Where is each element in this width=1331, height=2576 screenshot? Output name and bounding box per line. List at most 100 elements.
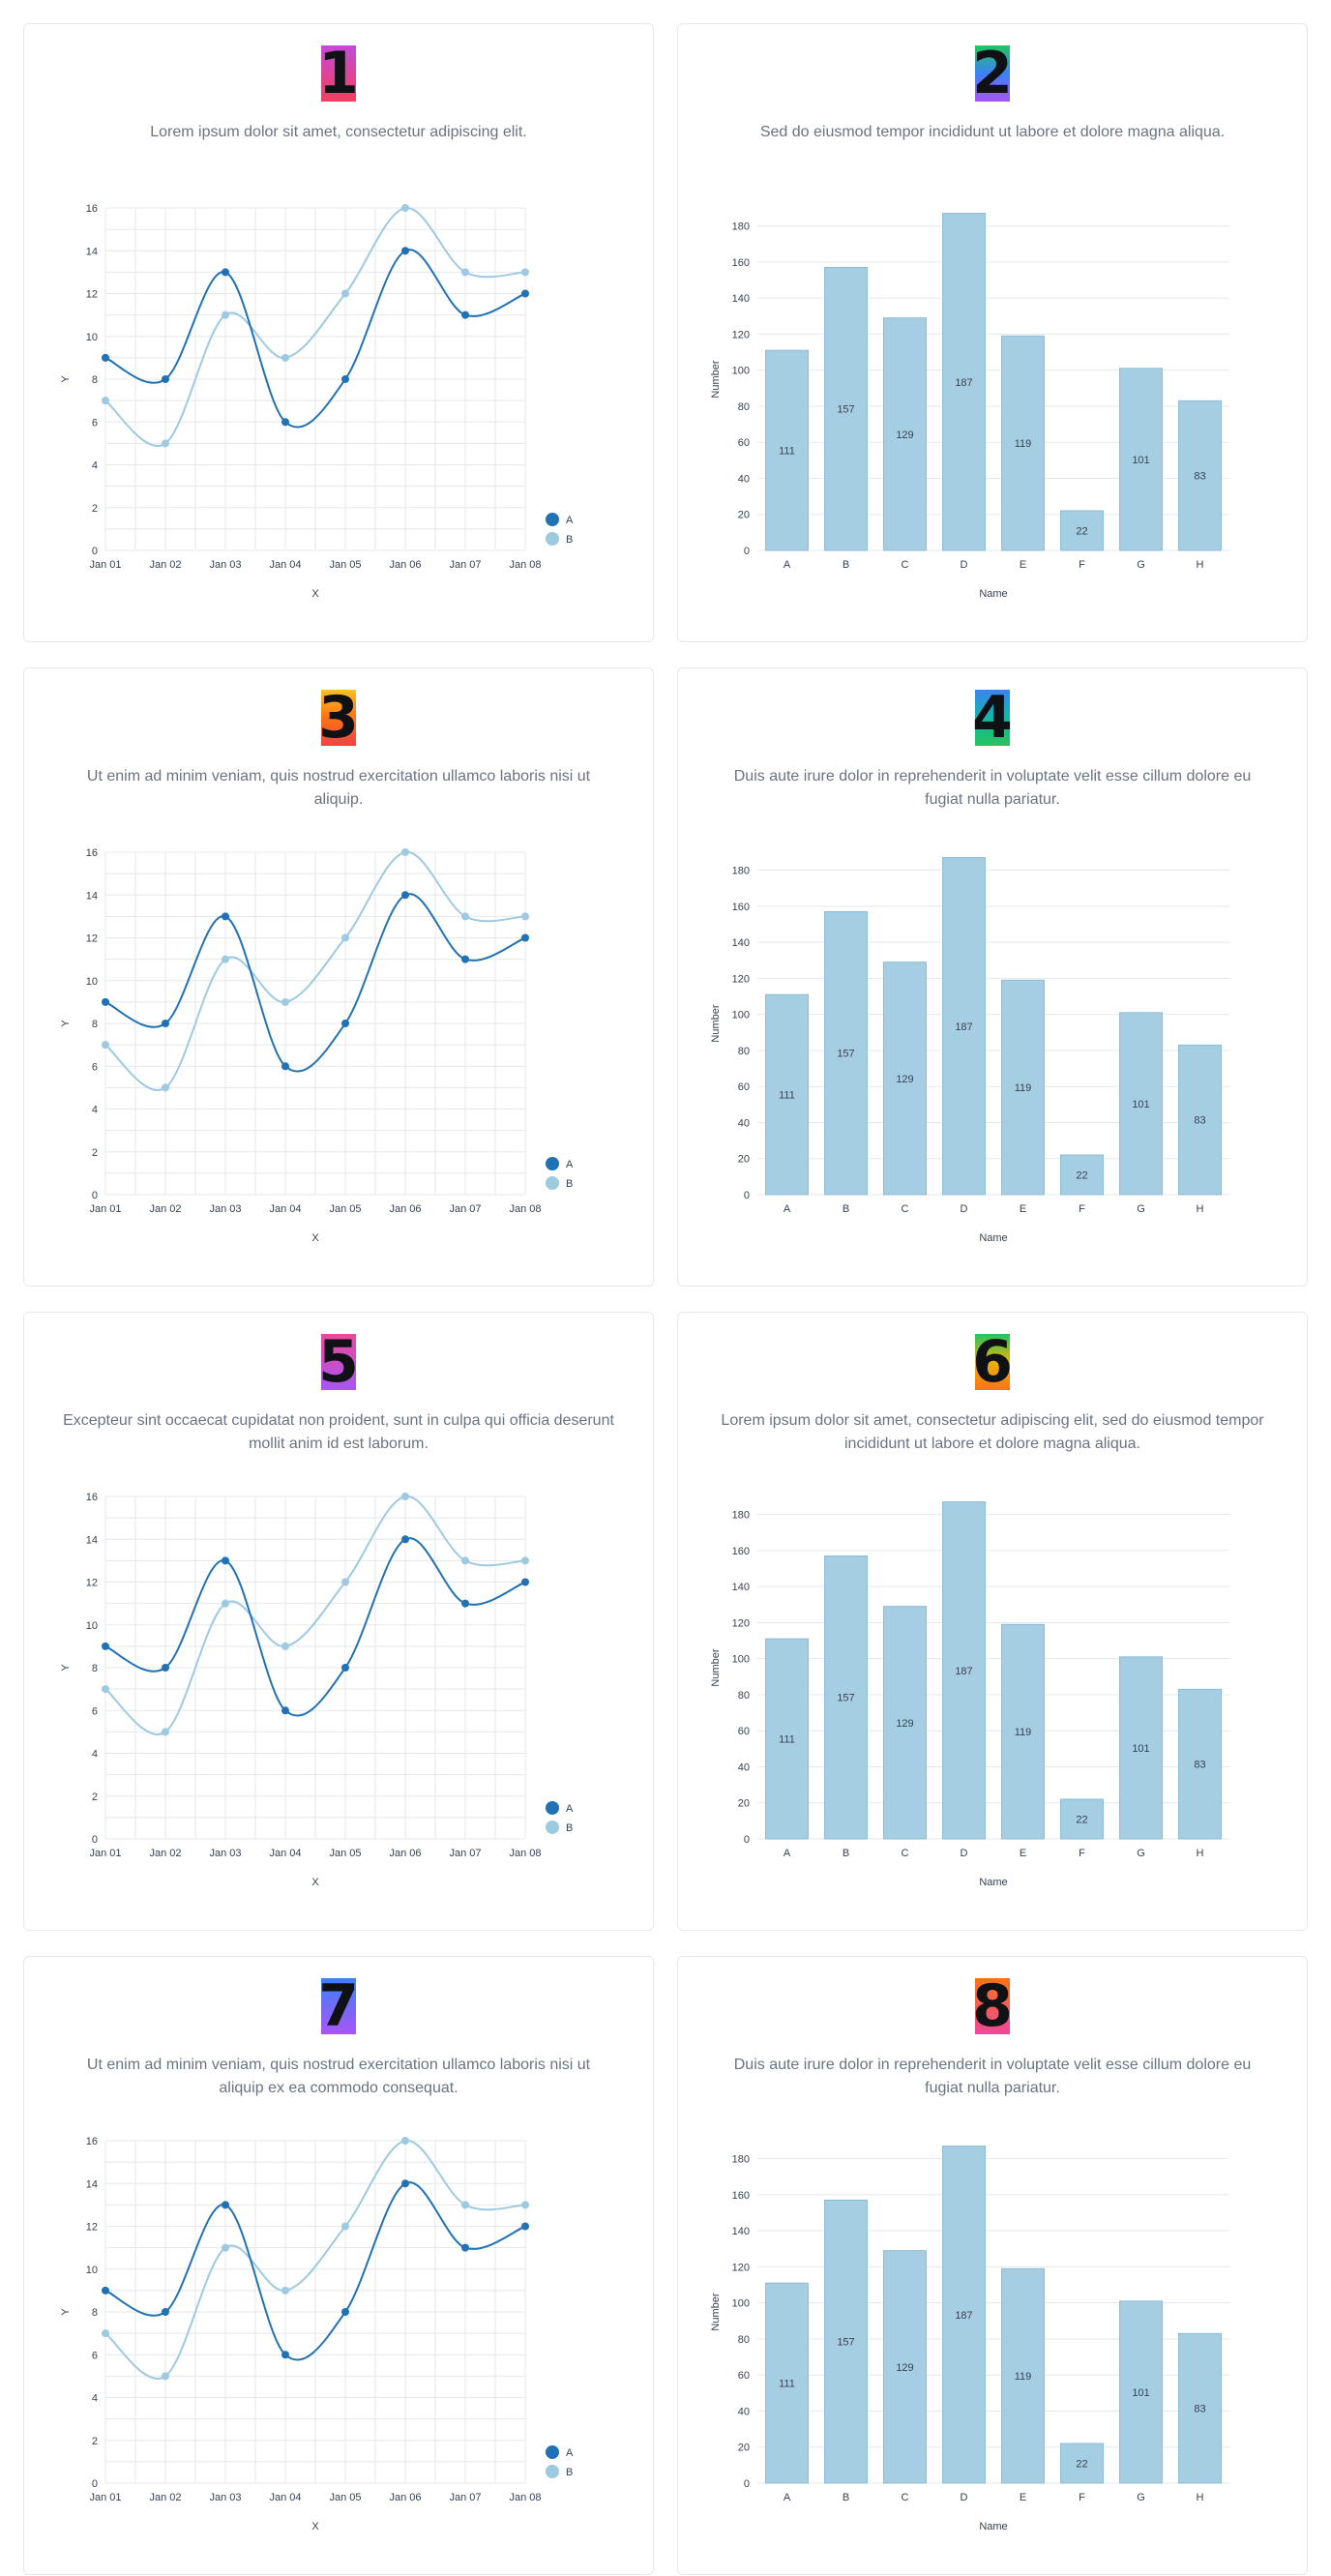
y-tick-label: 12 [86,933,98,945]
y-tick-label: 20 [738,510,750,521]
y-tick-label: 180 [732,866,750,877]
y-tick-label: 4 [92,1749,98,1761]
chart-card: 7 Ut enim ad minim veniam, quis nostrud … [23,1956,654,2575]
x-tick-label: Jan 02 [149,1848,181,1859]
y-tick-label: 16 [86,847,98,859]
data-point [521,1556,529,1565]
y-tick-label: 2 [92,503,98,515]
legend-swatch [546,2465,559,2478]
y-tick-label: 80 [738,2334,750,2346]
y-axis-label: Y [60,375,72,383]
x-tick-label: G [1137,1848,1145,1859]
x-tick-label: D [961,1203,968,1215]
bar-value-label: 187 [955,377,972,389]
data-point [281,418,289,427]
x-tick-label: C [902,1203,909,1215]
data-point [521,912,529,921]
chart-card: 3 Ut enim ad minim veniam, quis nostrud … [23,667,654,1287]
x-tick-label: Jan 01 [89,559,121,571]
y-tick-label: 6 [92,1061,98,1073]
y-tick-label: 80 [738,401,750,413]
y-tick-label: 60 [738,2370,750,2382]
data-point [222,311,229,319]
chart-grid: 1 Lorem ipsum dolor sit amet, consectetu… [0,0,1331,2575]
data-point [401,848,409,856]
line-chart: 0 2 4 6 8 10 12 14 16 Jan 01 Jan 02 Jan 03 Jan 04 Jan… [60,1492,574,1888]
y-tick-label: 14 [86,2178,98,2190]
x-tick-label: D [961,559,968,571]
x-tick-label: C [902,1848,909,1859]
y-tick-label: 20 [738,2443,750,2454]
data-point [461,1556,469,1565]
y-tick-label: 40 [738,1117,750,1129]
y-tick-label: 4 [92,1105,98,1116]
y-axis-label: Number [710,2293,722,2330]
x-tick-label: Jan 07 [449,1848,481,1859]
data-point [222,912,229,921]
y-tick-label: 8 [92,1663,98,1674]
y-tick-label: 2 [92,1791,98,1803]
y-tick-label: 4 [92,2393,98,2405]
bar-value-label: 22 [1076,526,1087,538]
x-axis-label: X [311,2521,319,2532]
data-point [521,2201,529,2209]
data-point [401,247,409,255]
bar-value-label: 157 [837,2337,854,2349]
legend: AB [546,513,574,546]
y-tick-label: 160 [732,2190,750,2202]
data-point [521,933,529,942]
y-tick-label: 0 [744,1834,750,1846]
data-point [401,891,409,900]
y-tick-label: 40 [738,1762,750,1773]
data-point [281,2286,289,2295]
bar-value-label: 119 [1015,2371,1032,2383]
plot-area: 0 20 40 60 80 100 120 140 160 180 111 A 157 B 129 C 187 D… [710,1501,1229,1888]
y-tick-label: 160 [732,902,750,913]
x-tick-label: E [1020,1848,1026,1859]
x-tick-label: D [961,2492,968,2503]
bar-value-label: 83 [1194,1115,1205,1127]
x-tick-label: A [784,1848,791,1859]
x-tick-label: F [1079,2492,1085,2503]
y-tick-label: 80 [738,1690,750,1702]
plot-area: 0 20 40 60 80 100 120 140 160 180 111 A 157 B 129 C 187 D… [710,213,1229,600]
legend-swatch [546,2445,559,2459]
y-tick-label: 4 [92,460,98,472]
x-axis-label: Name [979,2521,1007,2532]
data-point [102,1642,109,1650]
y-tick-label: 80 [738,1046,750,1057]
x-tick-label: Jan 05 [329,559,361,571]
y-tick-label: 16 [86,203,98,215]
y-tick-label: 2 [92,2436,98,2447]
x-axis-label: Name [979,588,1007,600]
x-tick-label: Jan 05 [329,1203,361,1215]
plot-area: 0 2 4 6 8 10 12 14 16 Jan 01 Jan 02 Jan 03 Jan 04 Jan… [60,847,542,1244]
y-tick-label: 20 [738,1798,750,1810]
y-tick-label: 14 [86,1534,98,1546]
y-tick-label: 140 [732,2226,750,2237]
bar-value-label: 83 [1194,2404,1205,2415]
y-tick-label: 140 [732,1582,750,1593]
y-tick-label: 0 [92,2478,98,2490]
x-tick-label: B [843,559,849,571]
data-point [162,2308,169,2316]
data-point [222,268,229,277]
x-tick-label: Jan 02 [149,1203,181,1215]
data-point [341,375,349,383]
line-chart: 0 2 4 6 8 10 12 14 16 Jan 01 Jan 02 Jan 03 Jan 04 Jan… [60,847,574,1244]
x-tick-label: Jan 07 [449,559,481,571]
y-tick-label: 14 [86,246,98,257]
y-tick-label: 10 [86,1620,98,1632]
y-tick-label: 180 [732,2154,750,2166]
line-chart: 0 2 4 6 8 10 12 14 16 Jan 01 Jan 02 Jan 03 Jan 04 Jan… [60,203,574,600]
plot-area: 0 20 40 60 80 100 120 140 160 180 111 A 157 B 129 C 187 D… [710,857,1229,1244]
x-tick-label: Jan 06 [389,1203,421,1215]
data-point [162,1083,169,1092]
bar-value-label: 129 [896,2362,913,2374]
bar-value-label: 111 [779,1734,795,1746]
y-tick-label: 120 [732,2262,750,2273]
bar-chart: 0 20 40 60 80 100 120 140 160 180 111 A 157 B 129 C 187 D… [710,857,1229,1244]
line-chart: 0 2 4 6 8 10 12 14 16 Jan 01 Jan 02 Jan 03 Jan 04 Jan… [60,2136,574,2532]
x-tick-label: Jan 06 [389,2492,421,2503]
x-tick-label: Jan 04 [269,1848,301,1859]
